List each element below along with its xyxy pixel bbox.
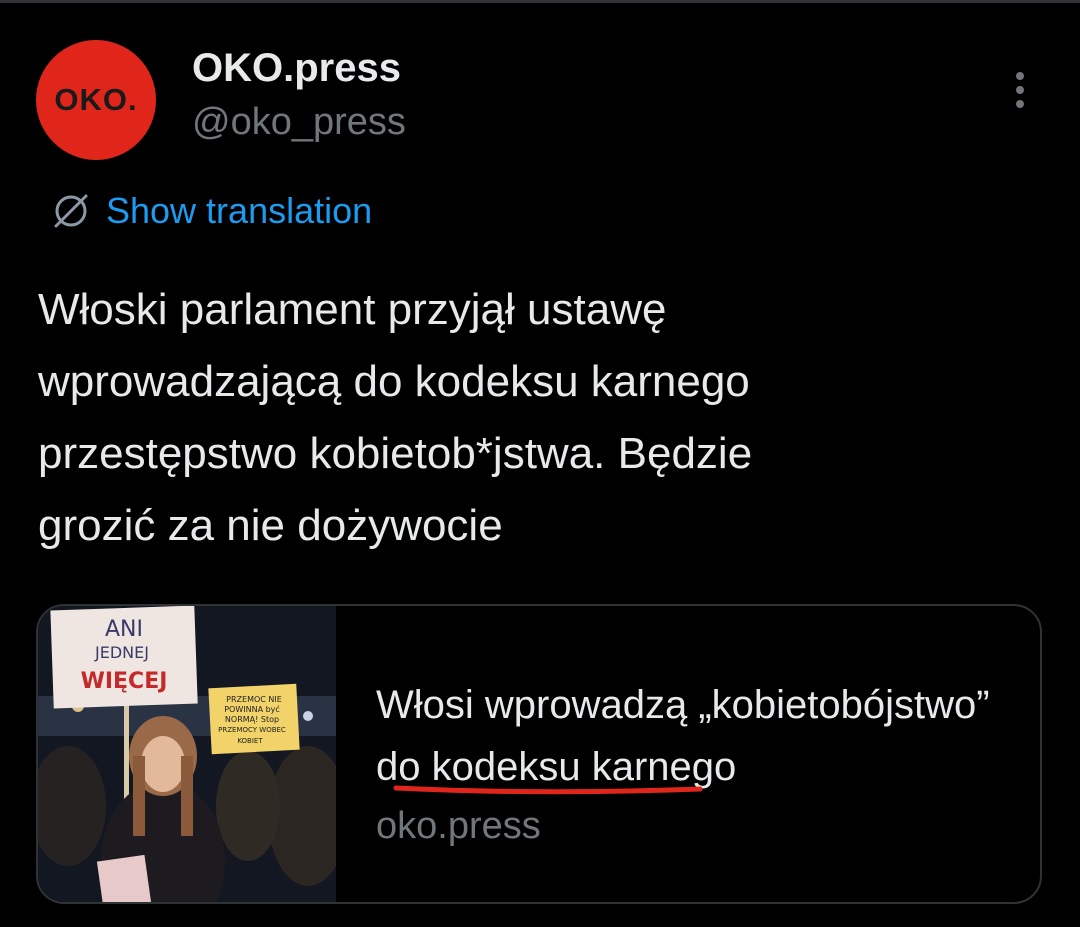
card-domain: oko.press: [376, 805, 541, 847]
card-title: Włosi wprowadzą „kobietobójstwo” do kode…: [376, 683, 990, 789]
sign-2-line-1: PRZEMOC NIE: [226, 695, 282, 704]
avatar-logo: OKO.: [54, 82, 138, 117]
tweet-text: Włoski parlament przyjął ustawę wprowadz…: [38, 285, 753, 550]
sign-1-line-1: ANI: [105, 617, 143, 642]
sign-2-line-5: KOBIET: [237, 737, 263, 745]
show-translation-link[interactable]: Show translation: [48, 188, 372, 234]
more-vertical-icon: [1016, 72, 1024, 80]
more-vertical-icon-dot: [1016, 100, 1024, 108]
card-image: ANI JEDNEJ WIĘCEJ PRZEMOC NIE POWINNA by…: [38, 606, 336, 902]
more-vertical-icon-dot: [1016, 86, 1024, 94]
avatar[interactable]: OKO.: [36, 40, 156, 160]
show-translation-label: Show translation: [106, 190, 373, 231]
author-handle[interactable]: @oko_press: [192, 101, 406, 144]
top-divider: [0, 0, 1080, 3]
sign-2-line-2: POWINNA być: [224, 704, 280, 714]
globe-slash-icon: [54, 194, 88, 228]
sign-1-line-3: WIĘCEJ: [81, 669, 168, 694]
card-text-block: Włosi wprowadzą „kobietobójstwo” do kode…: [376, 674, 1016, 854]
sign-1-line-2: JEDNEJ: [94, 643, 149, 662]
sign-2-line-3: NORMĄ! Stop: [225, 715, 279, 724]
sign-2-line-4: PRZEMOCY WOBEC: [218, 726, 286, 734]
protest-photo: ANI JEDNEJ WIĘCEJ PRZEMOC NIE POWINNA by…: [38, 606, 336, 902]
author-name[interactable]: OKO.press: [192, 46, 401, 91]
link-card[interactable]: ANI JEDNEJ WIĘCEJ PRZEMOC NIE POWINNA by…: [36, 604, 1042, 904]
red-underline-annotation: [393, 785, 703, 795]
more-options-button[interactable]: [1002, 66, 1038, 114]
